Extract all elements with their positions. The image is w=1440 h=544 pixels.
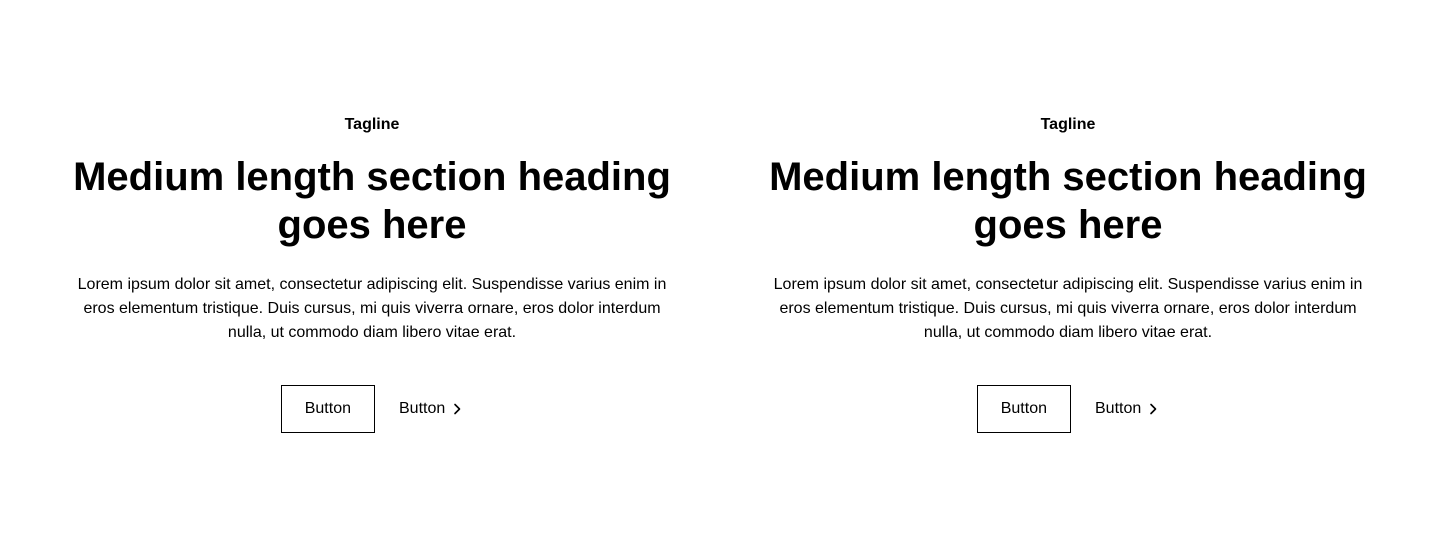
content-section-right: Tagline Medium length section heading go… [760, 0, 1376, 544]
link-button-label: Button [1095, 400, 1142, 417]
section-body-text: Lorem ipsum dolor sit amet, consectetur … [77, 276, 667, 341]
tagline: Tagline [1040, 116, 1096, 133]
content-section-left: Tagline Medium length section heading go… [64, 0, 680, 544]
action-buttons: Button Button [976, 385, 1160, 433]
chevron-right-icon [1147, 403, 1159, 415]
chevron-right-icon [451, 403, 463, 415]
link-button[interactable]: Button [399, 385, 463, 433]
link-button[interactable]: Button [1095, 385, 1159, 433]
primary-button[interactable]: Button [976, 385, 1071, 433]
page: Tagline Medium length section heading go… [0, 0, 1440, 544]
action-buttons: Button Button [280, 385, 464, 433]
section-heading: Medium length section heading goes here [73, 155, 671, 247]
section-body-text: Lorem ipsum dolor sit amet, consectetur … [773, 276, 1363, 341]
tagline: Tagline [344, 116, 400, 133]
primary-button[interactable]: Button [280, 385, 375, 433]
link-button-label: Button [399, 400, 446, 417]
section-heading: Medium length section heading goes here [769, 155, 1367, 247]
